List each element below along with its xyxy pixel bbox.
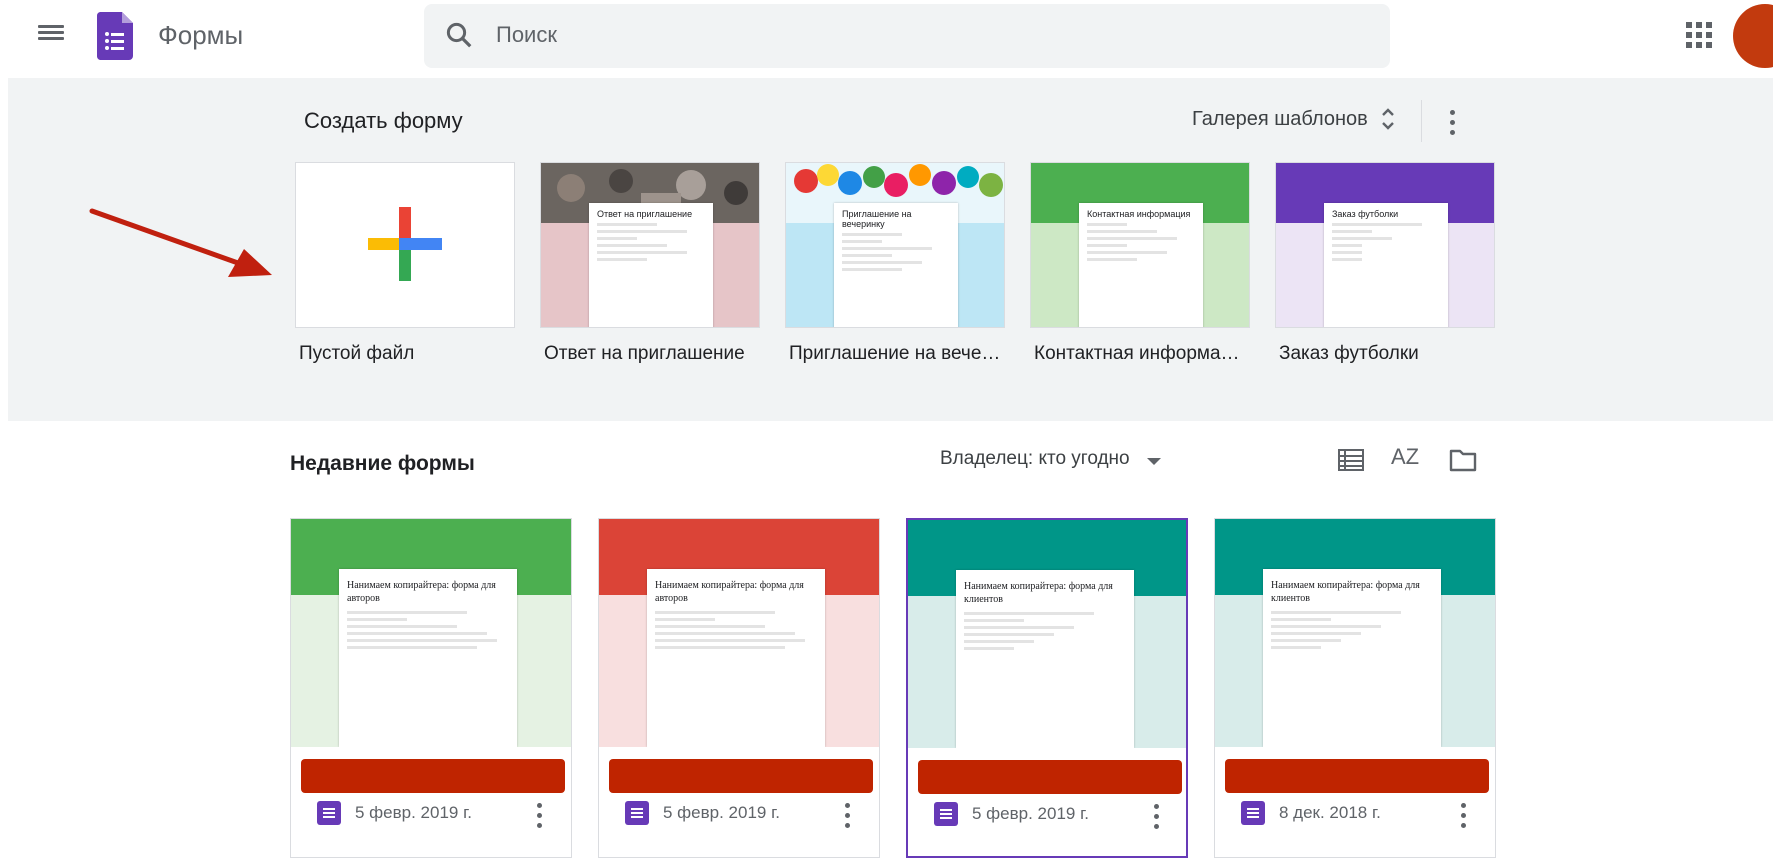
mini-form-title: Приглашение на вечеринку	[842, 209, 912, 229]
mini-form-title: Контактная информация	[1087, 209, 1191, 219]
recent-form-card[interactable]: Нанимаем копирайтера: форма для авторов …	[598, 518, 880, 858]
sort-az-icon[interactable]: AZ	[1391, 444, 1419, 470]
form-date: 5 февр. 2019 г.	[663, 803, 780, 822]
divider	[1421, 100, 1422, 142]
form-more-options-icon[interactable]	[537, 803, 543, 833]
mini-form: Контактная информация	[1079, 203, 1203, 327]
template-label[interactable]: Заказ футболки	[1279, 343, 1499, 365]
forms-doc-icon	[317, 801, 341, 825]
template-gallery-button[interactable]: Галерея шаблонов	[1192, 108, 1368, 131]
form-date: 5 февр. 2019 г.	[972, 804, 1089, 823]
gallery-more-options-icon[interactable]	[1450, 110, 1456, 140]
form-date: 8 дек. 2018 г.	[1279, 803, 1381, 822]
form-thumbnail[interactable]: Нанимаем копирайтера: форма для авторов	[599, 519, 879, 747]
redacted-title-bar[interactable]	[609, 759, 873, 793]
template-contact-card[interactable]: Контактная информация	[1030, 162, 1250, 328]
thumbnail-title: Нанимаем копирайтера: форма для клиентов	[964, 581, 1113, 605]
recent-forms-title: Недавние формы	[290, 452, 475, 475]
thumbnail-paper: Нанимаем копирайтера: форма для авторов	[647, 569, 825, 747]
mini-form-title: Заказ футболки	[1332, 209, 1399, 219]
recent-form-card[interactable]: Нанимаем копирайтера: форма для клиентов…	[1214, 518, 1496, 858]
template-party-card[interactable]: Приглашение на вечеринку	[785, 162, 1005, 328]
dropdown-caret-icon[interactable]	[1147, 458, 1161, 465]
template-label[interactable]: Ответ на приглашение	[544, 343, 764, 365]
plus-icon	[368, 207, 442, 281]
apps-grid-icon[interactable]	[1686, 22, 1712, 48]
thumbnail-paper: Нанимаем копирайтера: форма для клиентов	[956, 570, 1134, 748]
search-input[interactable]: Поиск	[496, 22, 557, 48]
main-menu-icon[interactable]	[38, 22, 64, 44]
template-label[interactable]: Приглашение на вече…	[789, 343, 1009, 365]
unfold-more-icon[interactable]	[1378, 104, 1398, 134]
create-form-title: Создать форму	[304, 108, 463, 133]
redacted-title-bar[interactable]	[301, 759, 565, 793]
template-label[interactable]: Контактная информа…	[1034, 343, 1254, 365]
mini-form: Ответ на приглашение	[589, 203, 713, 327]
forms-doc-icon	[625, 801, 649, 825]
thumbnail-paper: Нанимаем копирайтера: форма для авторов	[339, 569, 517, 747]
redacted-title-bar[interactable]	[918, 760, 1182, 794]
recent-form-card[interactable]: Нанимаем копирайтера: форма для клиентов…	[906, 518, 1188, 858]
form-date: 5 февр. 2019 г.	[355, 803, 472, 822]
redacted-title-bar[interactable]	[1225, 759, 1489, 793]
annotation-arrow	[89, 208, 272, 277]
recent-form-card[interactable]: Нанимаем копирайтера: форма для авторов …	[290, 518, 572, 858]
thumbnail-title: Нанимаем копирайтера: форма для авторов	[655, 580, 804, 604]
mini-form-title: Ответ на приглашение	[597, 209, 693, 219]
forms-doc-icon	[1241, 801, 1265, 825]
form-thumbnail[interactable]: Нанимаем копирайтера: форма для клиентов	[908, 520, 1186, 748]
mini-form: Приглашение на вечеринку	[834, 203, 958, 327]
search-icon[interactable]	[444, 20, 474, 50]
template-rsvp-card[interactable]: Ответ на приглашение	[540, 162, 760, 328]
owner-filter-dropdown[interactable]: Владелец: кто угодно	[940, 448, 1130, 470]
template-tshirt-card[interactable]: Заказ футболки	[1275, 162, 1495, 328]
template-blank-card[interactable]	[295, 162, 515, 328]
template-label[interactable]: Пустой файл	[299, 343, 519, 365]
folder-icon[interactable]	[1449, 448, 1477, 472]
form-thumbnail[interactable]: Нанимаем копирайтера: форма для авторов	[291, 519, 571, 747]
form-thumbnail[interactable]: Нанимаем копирайтера: форма для клиентов	[1215, 519, 1495, 747]
search-box[interactable]	[424, 4, 1390, 68]
forms-doc-icon	[934, 802, 958, 826]
thumbnail-title: Нанимаем копирайтера: форма для клиентов	[1271, 580, 1420, 604]
forms-logo-icon[interactable]	[97, 12, 133, 60]
thumbnail-paper: Нанимаем копирайтера: форма для клиентов	[1263, 569, 1441, 747]
form-more-options-icon[interactable]	[1154, 804, 1160, 834]
form-more-options-icon[interactable]	[1461, 803, 1467, 833]
list-view-icon[interactable]	[1338, 449, 1364, 471]
mini-form: Заказ футболки	[1324, 203, 1448, 327]
app-name[interactable]: Формы	[158, 20, 243, 51]
thumbnail-title: Нанимаем копирайтера: форма для авторов	[347, 580, 496, 604]
form-more-options-icon[interactable]	[845, 803, 851, 833]
